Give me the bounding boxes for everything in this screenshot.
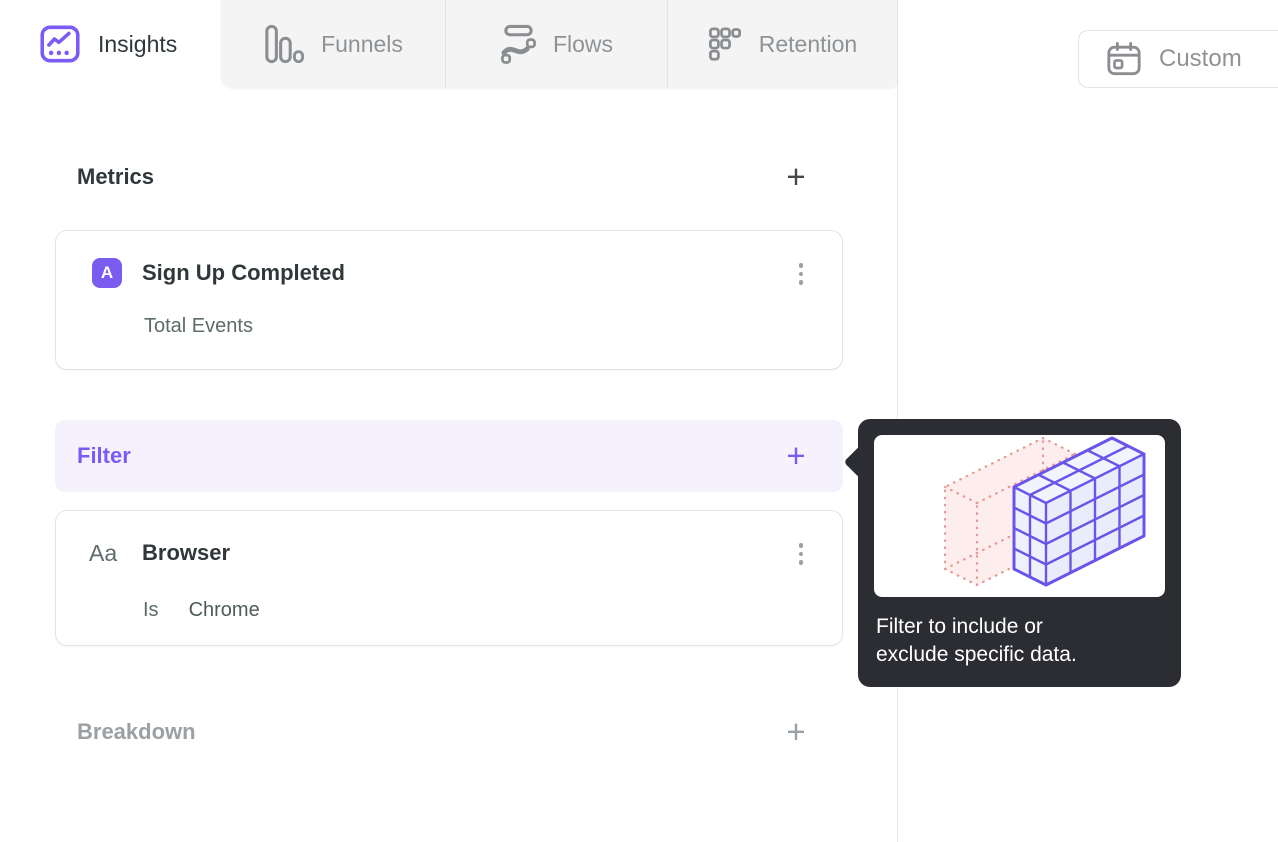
metric-event-name[interactable]: Sign Up Completed [142,258,345,288]
filter-condition: Is Chrome [143,599,260,622]
inactive-tab-group: Funnels Flows Retention [221,0,897,88]
filter-operator[interactable]: Is [143,599,159,622]
tab-label: Retention [758,30,858,57]
tab-label: Flows [552,30,614,57]
metric-aggregation[interactable]: Total Events [144,315,253,338]
tab-retention[interactable]: Retention [667,0,897,88]
add-metric-button[interactable]: + [779,160,813,194]
filter-section-header[interactable]: Filter + [55,420,843,492]
kebab-menu-icon[interactable] [790,258,812,290]
tab-label: Insights [98,30,178,57]
metric-letter-badge: A [92,258,122,288]
date-range-custom-button[interactable]: Custom [1078,30,1278,88]
add-filter-button[interactable]: + [779,439,813,473]
filter-cube-illustration [943,436,1146,587]
tooltip-text-line1: Filter to include or [876,615,1043,638]
metrics-section-header: Metrics + [55,154,843,200]
tab-insights[interactable]: Insights [0,0,221,88]
metrics-heading: Metrics [77,164,155,189]
add-breakdown-button[interactable]: + [779,715,813,749]
breakdown-section-header: Breakdown + [55,708,843,756]
filter-property-name[interactable]: Browser [142,538,230,568]
tab-funnels[interactable]: Funnels [221,0,445,88]
filter-card[interactable]: Aa Browser Is Chrome [55,510,843,646]
date-range-label: Custom [1159,45,1242,72]
filter-value[interactable]: Chrome [189,599,260,622]
filter-tooltip: Filter to include or exclude specific da… [843,419,1181,687]
tab-label: Funnels [321,30,403,57]
metric-card[interactable]: A Sign Up Completed Total Events [55,230,843,370]
funnel-bars-icon [265,24,305,64]
tooltip-illustration-frame [874,435,1165,597]
text-property-icon: Aa [89,540,118,566]
insights-report-builder: Insights Funnels Flows Retention Custom … [0,0,1278,842]
kebab-menu-icon[interactable] [790,538,812,570]
calendar-icon [1107,41,1141,76]
tooltip-text-line2: exclude specific data. [876,643,1077,666]
filter-heading: Filter [77,443,131,468]
tab-flows[interactable]: Flows [445,0,667,88]
breakdown-heading: Breakdown [77,719,196,744]
flows-stream-icon [501,24,536,64]
tooltip-text: Filter to include or exclude specific da… [876,613,1077,669]
retention-grid-icon [708,27,741,61]
insights-chart-icon [40,25,80,63]
